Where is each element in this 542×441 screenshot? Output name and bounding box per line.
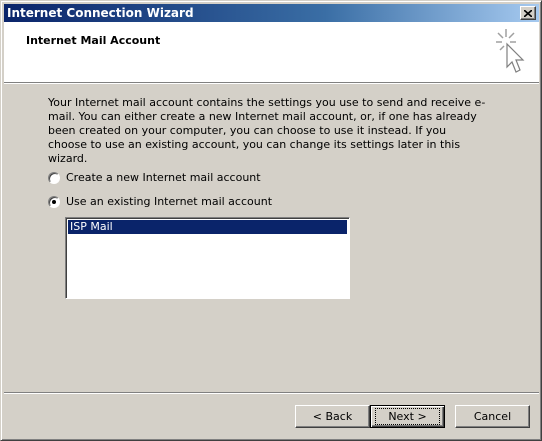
title-bar[interactable]: Internet Connection Wizard xyxy=(4,4,539,22)
window-title: Internet Connection Wizard xyxy=(7,6,194,20)
radio-use-existing[interactable] xyxy=(48,195,60,208)
close-button[interactable] xyxy=(520,6,536,20)
back-button-label: < Back xyxy=(312,410,353,423)
option-label-use-existing: Use an existing Internet mail account xyxy=(66,195,273,208)
cancel-button-label: Cancel xyxy=(473,410,512,423)
back-button[interactable]: < Back xyxy=(295,405,370,428)
option-use-existing[interactable]: Use an existing Internet mail account xyxy=(48,195,272,208)
cancel-button[interactable]: Cancel xyxy=(455,405,530,428)
radio-create-new[interactable] xyxy=(48,171,60,184)
wizard-header: Internet Mail Account xyxy=(4,22,539,82)
close-icon xyxy=(524,9,532,17)
next-button[interactable]: Next > xyxy=(370,405,445,428)
next-button-label: Next > xyxy=(375,408,440,425)
option-create-new[interactable]: Create a new Internet mail account xyxy=(48,171,261,184)
footer-divider xyxy=(4,392,539,394)
header-divider xyxy=(4,82,539,84)
wizard-sparkle-cursor-icon xyxy=(496,29,525,73)
list-item[interactable]: ISP Mail xyxy=(68,220,347,234)
page-title: Internet Mail Account xyxy=(26,34,161,47)
wizard-window: Internet Connection Wizard Internet Mail… xyxy=(0,0,542,441)
description-text: Your Internet mail account contains the … xyxy=(48,96,486,165)
option-label-create-new: Create a new Internet mail account xyxy=(66,171,261,184)
accounts-listbox[interactable]: ISP Mail xyxy=(65,217,350,299)
